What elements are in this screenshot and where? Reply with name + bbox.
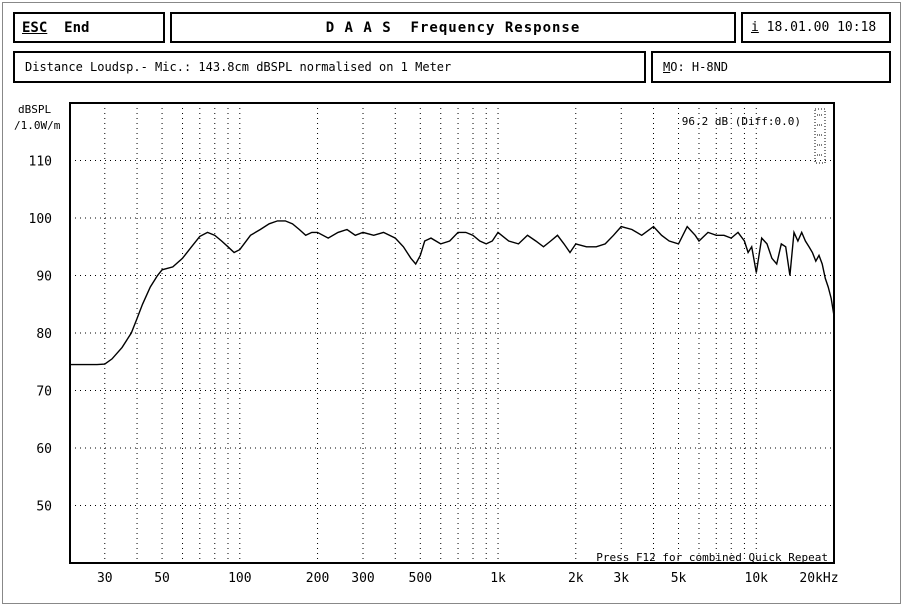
x-tick-label: 20kHz — [799, 571, 838, 586]
x-tick-label: 30 — [97, 571, 113, 586]
y-tick-label: 80 — [36, 327, 52, 342]
y-tick-label: 50 — [36, 500, 52, 515]
x-tick-label: 50 — [154, 571, 170, 586]
footer-hint: Press F12 for combined Quick Repeat — [596, 551, 828, 564]
frequency-response-chart: dBSPL /1.0W/m 50 60 70 80 90 100 110 30 50 100 20… — [14, 102, 839, 586]
grid — [70, 103, 834, 563]
app-window: ESC End D A A S Frequency Response i 18.… — [0, 0, 905, 608]
level-readout: 96.2 dB (Diff:0.0) — [682, 115, 801, 128]
plot-frame — [69, 102, 835, 564]
series-line — [70, 220, 835, 366]
y-tick-label: 100 — [29, 212, 52, 227]
y-tick-label: 110 — [29, 155, 52, 170]
x-tick-label: 200 — [306, 571, 329, 586]
x-tick-label: 2k — [568, 571, 584, 586]
x-tick-labels: 30 50 100 200 300 500 1k 2k 3k 5k 10k 20kHz — [97, 571, 839, 586]
scroll-indicator[interactable] — [814, 108, 826, 164]
x-tick-label: 10k — [745, 571, 769, 586]
x-tick-label: 300 — [351, 571, 374, 586]
y-axis-label-ref: /1.0W/m — [14, 119, 61, 132]
x-tick-label: 100 — [228, 571, 251, 586]
x-tick-label: 500 — [409, 571, 432, 586]
x-tick-label: 5k — [671, 571, 687, 586]
y-axis-label-unit: dBSPL — [18, 103, 51, 116]
y-tick-label: 90 — [36, 270, 52, 285]
x-tick-label: 3k — [613, 571, 629, 586]
y-tick-label: 60 — [36, 442, 52, 457]
y-tick-labels: 50 60 70 80 90 100 110 — [29, 155, 52, 515]
y-tick-label: 70 — [36, 385, 52, 400]
x-tick-label: 1k — [490, 571, 506, 586]
